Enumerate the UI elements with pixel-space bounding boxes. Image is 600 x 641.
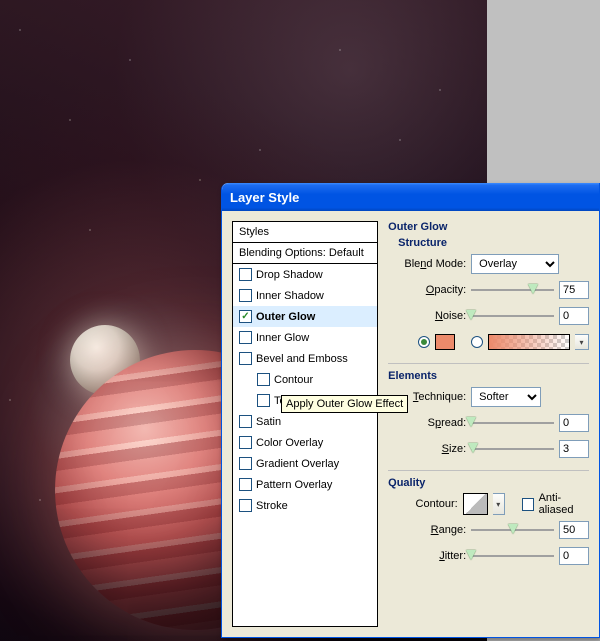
style-checkbox[interactable]: ✓ <box>239 310 252 323</box>
range-input[interactable] <box>559 521 589 539</box>
style-item-label: Pattern Overlay <box>256 479 332 491</box>
quality-title: Quality <box>388 470 589 489</box>
range-slider[interactable] <box>471 523 554 537</box>
structure-title: Structure <box>388 237 589 249</box>
dialog-titlebar[interactable]: Layer Style <box>222 183 599 211</box>
gradient-swatch[interactable] <box>488 334 570 350</box>
dialog-body: Styles Blending Options: Default Drop Sh… <box>222 211 599 637</box>
layer-style-dialog: Layer Style Styles Blending Options: Def… <box>221 183 600 638</box>
outer-glow-title: Outer Glow <box>388 221 589 233</box>
style-item-label: Contour <box>274 374 313 386</box>
jitter-label: Jitter: <box>398 550 466 562</box>
style-item-satin[interactable]: Satin <box>233 411 377 432</box>
style-checkbox[interactable] <box>239 478 252 491</box>
elements-title: Elements <box>388 363 589 382</box>
style-item-label: Inner Glow <box>256 332 309 344</box>
spread-label: Spread: <box>398 417 466 429</box>
style-checkbox[interactable] <box>239 457 252 470</box>
tooltip: Apply Outer Glow Effect <box>281 395 408 413</box>
style-checkbox[interactable] <box>257 373 270 386</box>
opacity-label: Opacity: <box>398 284 466 296</box>
blend-mode-row: Blend Mode: Overlay <box>388 253 589 275</box>
style-checkbox[interactable] <box>239 331 252 344</box>
style-item-inner-shadow[interactable]: Inner Shadow <box>233 285 377 306</box>
style-item-gradient-overlay[interactable]: Gradient Overlay <box>233 453 377 474</box>
style-checkbox[interactable] <box>239 499 252 512</box>
gradient-dropdown-icon[interactable]: ▾ <box>575 334 589 350</box>
style-item-inner-glow[interactable]: Inner Glow <box>233 327 377 348</box>
style-item-label: Inner Shadow <box>256 290 324 302</box>
range-row: Range: <box>388 519 589 541</box>
blending-options-row[interactable]: Blending Options: Default <box>233 243 377 264</box>
solid-color-swatch[interactable] <box>435 334 455 350</box>
style-item-drop-shadow[interactable]: Drop Shadow <box>233 264 377 285</box>
noise-input[interactable] <box>559 307 589 325</box>
styles-header[interactable]: Styles <box>233 222 377 243</box>
opacity-input[interactable] <box>559 281 589 299</box>
anti-aliased-checkbox[interactable] <box>522 498 534 511</box>
size-label: Size: <box>398 443 466 455</box>
opacity-slider[interactable] <box>471 283 554 297</box>
size-input[interactable] <box>559 440 589 458</box>
style-checkbox[interactable] <box>239 436 252 449</box>
anti-aliased-label: Anti-aliased <box>539 492 589 516</box>
noise-label: Noise: <box>398 310 466 322</box>
jitter-slider[interactable] <box>471 549 554 563</box>
style-item-contour[interactable]: Contour <box>233 369 377 390</box>
technique-select[interactable]: Softer <box>471 387 541 407</box>
dialog-title: Layer Style <box>230 190 299 205</box>
style-item-label: Stroke <box>256 500 288 512</box>
spread-input[interactable] <box>559 414 589 432</box>
blend-mode-select[interactable]: Overlay <box>471 254 559 274</box>
style-item-outer-glow[interactable]: ✓ Outer Glow <box>233 306 377 327</box>
range-label: Range: <box>398 524 466 536</box>
style-item-stroke[interactable]: Stroke <box>233 495 377 516</box>
styles-column: Styles Blending Options: Default Drop Sh… <box>232 221 378 627</box>
contour-label: Contour: <box>398 498 458 510</box>
parameters-column: Outer Glow Structure Blend Mode: Overlay… <box>388 221 589 627</box>
color-row: ▾ <box>388 331 589 353</box>
gradient-color-radio[interactable] <box>471 336 483 348</box>
styles-list: Drop Shadow Inner Shadow ✓ Outer Glow Inner … <box>233 264 377 516</box>
blend-mode-label: Blend Mode: <box>398 258 466 270</box>
style-item-color-overlay[interactable]: Color Overlay <box>233 432 377 453</box>
style-checkbox[interactable] <box>239 268 252 281</box>
style-checkbox[interactable] <box>239 289 252 302</box>
size-slider[interactable] <box>471 442 554 456</box>
style-item-label: Color Overlay <box>256 437 323 449</box>
opacity-row: Opacity: <box>388 279 589 301</box>
contour-swatch[interactable] <box>463 493 488 515</box>
style-item-label: Satin <box>256 416 281 428</box>
jitter-row: Jitter: <box>388 545 589 567</box>
jitter-input[interactable] <box>559 547 589 565</box>
style-checkbox[interactable] <box>257 394 270 407</box>
spread-slider[interactable] <box>471 416 554 430</box>
style-item-pattern-overlay[interactable]: Pattern Overlay <box>233 474 377 495</box>
spread-row: Spread: <box>388 412 589 434</box>
style-checkbox[interactable] <box>239 352 252 365</box>
noise-row: Noise: <box>388 305 589 327</box>
technique-label: Technique: <box>398 391 466 403</box>
noise-slider[interactable] <box>471 309 554 323</box>
solid-color-radio[interactable] <box>418 336 430 348</box>
size-row: Size: <box>388 438 589 460</box>
style-item-label: Bevel and Emboss <box>256 353 348 365</box>
style-item-label: Drop Shadow <box>256 269 323 281</box>
style-item-bevel-and-emboss[interactable]: Bevel and Emboss <box>233 348 377 369</box>
technique-row: Technique: Softer <box>388 386 589 408</box>
style-checkbox[interactable] <box>239 415 252 428</box>
contour-dropdown-icon[interactable]: ▾ <box>493 493 505 515</box>
style-item-label: Outer Glow <box>256 311 315 323</box>
style-item-label: Gradient Overlay <box>256 458 339 470</box>
contour-row: Contour: ▾ Anti-aliased <box>388 493 589 515</box>
